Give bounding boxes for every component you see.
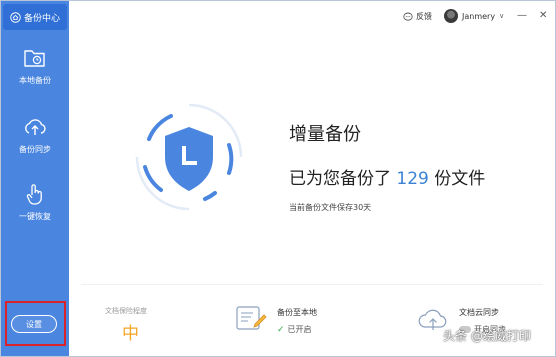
backup-count-line: 已为您备份了 129 份文件 [289,164,485,189]
checkmark-icon: ✓ [277,324,285,335]
app-window: 备份中心 本地备份 备份同步 一键恢复 设置 反馈 Janmery ∨ — ✕ … [0,0,556,357]
avatar [444,9,458,23]
folder-clock-icon [22,45,48,71]
watermark: 头条 @绘威打印 [443,329,531,343]
local-backup-card[interactable]: 备份至本地 ✓ 已开启 [235,302,317,335]
document-edit-icon [235,302,267,334]
feedback-label: 反馈 [416,12,432,21]
backup-count-suffix: 份文件 [428,169,486,189]
sidebar-item-label: 本地备份 [19,76,51,85]
backup-count: 129 [396,169,429,189]
feedback-button[interactable]: 反馈 [403,11,432,22]
brand-label: 备份中心 [23,13,60,24]
sidebar-item-label: 一键恢复 [19,212,51,221]
risk-value: 中 [122,324,139,344]
sidebar-item-backup-sync[interactable]: 备份同步 [1,114,69,174]
brand-tab[interactable]: 备份中心 [3,4,67,30]
retention-note: 当前备份文件保存30天 [289,203,372,212]
sidebar-item-label: 备份同步 [19,145,51,154]
close-button[interactable]: ✕ [539,10,547,22]
username: Janmery [462,11,496,21]
sidebar-item-one-click-restore[interactable]: 一键恢复 [1,181,69,241]
home-icon [10,11,21,23]
minimize-button[interactable]: — [517,10,527,22]
sidebar-item-local-backup[interactable]: 本地备份 [1,45,69,105]
local-backup-title: 备份至本地 [277,308,317,317]
chevron-down-icon: ∨ [499,12,505,20]
sidebar: 备份中心 本地备份 备份同步 一键恢复 设置 [1,1,69,356]
cloud-upload-icon [22,114,48,140]
divider [81,284,543,285]
local-backup-status-label: 已开启 [287,325,312,334]
backup-count-prefix: 已为您备份了 [289,169,397,189]
settings-button[interactable]: 设置 [11,315,57,333]
local-backup-status: ✓ 已开启 [277,324,317,335]
shield-clock-icon [131,99,247,215]
risk-label: 文档保险程度 [105,307,147,315]
title-bar: 反馈 Janmery ∨ — ✕ [69,1,555,33]
chat-bubble-icon [403,12,413,21]
hand-pointer-icon [22,181,48,207]
cloud-sync-title: 文档云同步 [459,308,499,317]
hero-title: 增量备份 [289,124,361,145]
user-menu[interactable]: Janmery ∨ [444,9,504,23]
